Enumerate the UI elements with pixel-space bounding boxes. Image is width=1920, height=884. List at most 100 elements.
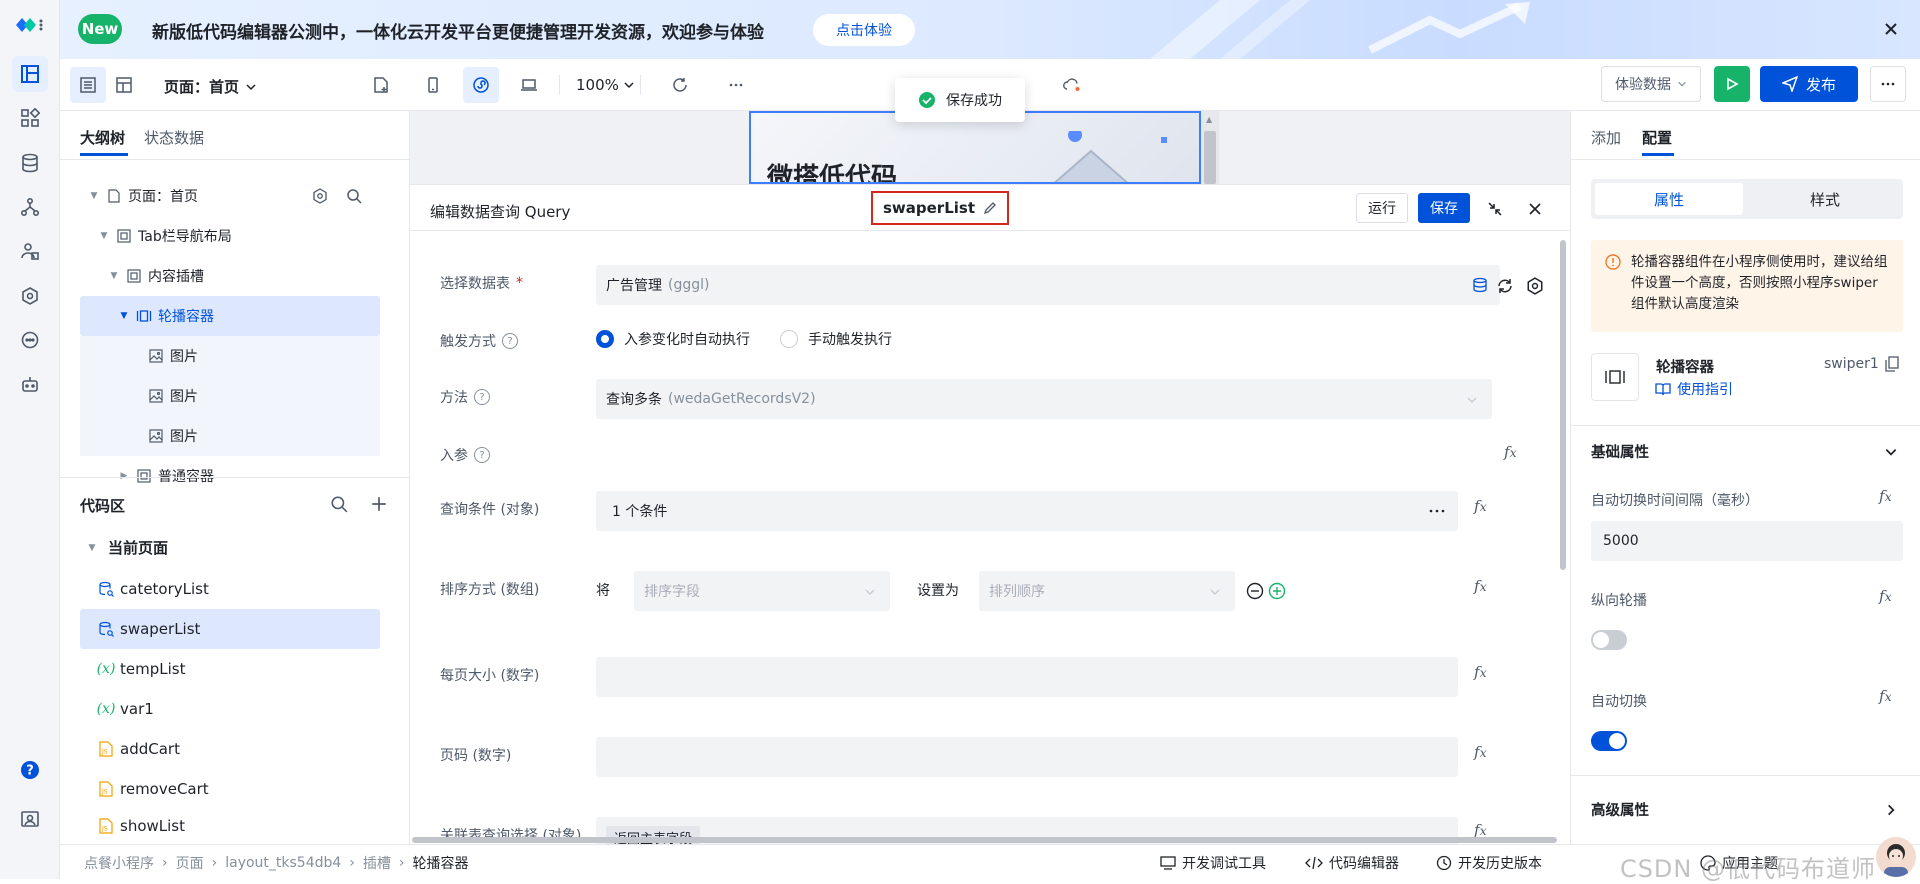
basic-properties-title[interactable]: 基础属性: [1591, 441, 1649, 462]
trigger-radio-manual[interactable]: 手动触发执行: [780, 329, 892, 349]
layout-icon[interactable]: [12, 56, 48, 92]
dev-debug-tool-button[interactable]: 开发调试工具: [1160, 853, 1266, 873]
page-input[interactable]: [596, 737, 1458, 777]
query-run-button[interactable]: 运行: [1356, 193, 1408, 223]
refresh-icon[interactable]: [1496, 277, 1514, 295]
page-selector[interactable]: 页面：首页: [164, 76, 257, 97]
breadcrumb-item[interactable]: 轮播容器: [413, 853, 469, 873]
interval-input[interactable]: 5000: [1591, 521, 1903, 561]
tree-node-tab-layout[interactable]: ▼ Tab栏导航布局: [80, 216, 380, 256]
close-icon[interactable]: [1526, 200, 1544, 218]
data-source-select[interactable]: 体验数据: [1601, 66, 1701, 102]
outline-view-icon[interactable]: [70, 67, 106, 103]
collapse-icon[interactable]: [1486, 200, 1504, 218]
sort-order-select[interactable]: 排列顺序: [979, 571, 1235, 611]
sort-field-select[interactable]: 排序字段: [634, 571, 890, 611]
table-select[interactable]: 广告管理 (gggl): [596, 265, 1500, 305]
settings-icon[interactable]: [1526, 277, 1544, 295]
robot-icon[interactable]: [12, 367, 48, 403]
segment-properties[interactable]: 属性: [1595, 183, 1743, 215]
help-circle-icon[interactable]: ?: [502, 333, 518, 349]
database-icon[interactable]: [12, 145, 48, 181]
zoom-selector[interactable]: 100%: [576, 76, 635, 94]
vertical-toggle[interactable]: [1591, 630, 1627, 650]
code-editor-button[interactable]: 代码编辑器: [1305, 853, 1399, 873]
help-circle-icon[interactable]: ?: [474, 389, 490, 405]
shield-icon[interactable]: [12, 278, 48, 314]
close-icon[interactable]: [1880, 18, 1902, 40]
publish-button[interactable]: 发布: [1760, 66, 1858, 102]
banner-cta-button[interactable]: 点击体验: [813, 14, 915, 46]
horizontal-scrollbar[interactable]: [412, 837, 1557, 843]
fx-icon[interactable]: fx: [1474, 497, 1487, 515]
pagesize-input[interactable]: [596, 657, 1458, 697]
add-icon[interactable]: [370, 495, 388, 513]
usage-guide-link[interactable]: 使用指引: [1655, 379, 1733, 399]
fx-icon[interactable]: fx: [1879, 487, 1892, 505]
code-item-tempList[interactable]: (x) tempList: [80, 649, 380, 689]
miniprogram-preview-icon[interactable]: [463, 67, 499, 103]
fx-icon[interactable]: fx: [1879, 587, 1892, 605]
trigger-radio-auto[interactable]: 入参变化时自动执行: [596, 329, 750, 349]
tab-outline-tree[interactable]: 大纲树: [80, 127, 125, 148]
vertical-scrollbar[interactable]: [1560, 240, 1566, 570]
scrollbar-thumb[interactable]: [1204, 131, 1216, 184]
fx-icon[interactable]: fx: [1474, 663, 1487, 681]
layout-view-icon[interactable]: [106, 67, 142, 103]
preview-run-button[interactable]: [1714, 66, 1750, 102]
condition-input[interactable]: 1 个条件: [596, 491, 1458, 531]
tab-config[interactable]: 配置: [1642, 127, 1672, 148]
search-icon[interactable]: [330, 495, 348, 513]
settings-icon[interactable]: [312, 188, 328, 204]
tab-add[interactable]: 添加: [1591, 127, 1621, 148]
fx-icon[interactable]: fx: [1474, 577, 1487, 595]
cloud-status-icon[interactable]: [1054, 67, 1090, 103]
tree-node-image-1[interactable]: 图片: [80, 336, 380, 376]
chevron-right-icon[interactable]: [1884, 803, 1898, 817]
more-menu-button[interactable]: [1870, 66, 1906, 102]
people-icon[interactable]: [12, 233, 48, 269]
breadcrumb-item[interactable]: 页面: [176, 853, 204, 873]
components-icon[interactable]: [12, 100, 48, 136]
breadcrumb-item[interactable]: 点餐小程序: [84, 853, 154, 873]
help-icon[interactable]: ?: [12, 752, 48, 788]
scroll-up-icon[interactable]: ▲: [1206, 115, 1212, 124]
mobile-preview-icon[interactable]: [415, 67, 451, 103]
segment-style[interactable]: 样式: [1751, 183, 1899, 215]
autoplay-toggle[interactable]: [1591, 731, 1627, 751]
tree-node-content-slot[interactable]: ▼ 内容插槽: [80, 256, 380, 296]
fx-icon[interactable]: fx: [1504, 443, 1517, 461]
tree-node-image-3[interactable]: 图片: [80, 416, 380, 456]
tree-node-container[interactable]: ▶ 普通容器: [80, 456, 380, 496]
tree-node-carousel[interactable]: ▼ 轮播容器: [80, 296, 380, 336]
component-id[interactable]: swiper1: [1824, 356, 1899, 372]
add-circle-icon[interactable]: [1268, 582, 1286, 600]
tree-node-page[interactable]: ▼ 页面：首页: [80, 176, 380, 216]
remove-circle-icon[interactable]: [1246, 582, 1264, 600]
copy-icon[interactable]: [1885, 356, 1899, 372]
code-item-addCart[interactable]: JS addCart: [80, 729, 380, 769]
breadcrumb-item[interactable]: 插槽: [363, 853, 391, 873]
flow-icon[interactable]: [12, 189, 48, 225]
more-options-icon[interactable]: [718, 67, 754, 103]
code-item-swaperList[interactable]: swaperList: [80, 609, 380, 649]
dev-history-button[interactable]: 开发历史版本: [1436, 853, 1542, 873]
help-circle-icon[interactable]: ?: [474, 447, 490, 463]
avatar[interactable]: [1876, 837, 1916, 877]
code-item-catetoryList[interactable]: catetoryList: [80, 569, 380, 609]
query-save-button[interactable]: 保存: [1418, 193, 1470, 223]
tree-node-image-2[interactable]: 图片: [80, 376, 380, 416]
profile-icon[interactable]: [12, 801, 48, 837]
logo-icon[interactable]: [14, 14, 46, 36]
edit-icon[interactable]: [983, 201, 997, 215]
code-item-var1[interactable]: (x) var1: [80, 689, 380, 729]
code-item-showList[interactable]: JS showList: [80, 809, 380, 843]
chevron-down-icon[interactable]: [1884, 445, 1898, 459]
code-item-removeCart[interactable]: JS removeCart: [80, 769, 380, 809]
fx-icon[interactable]: fx: [1474, 743, 1487, 761]
chat-icon[interactable]: [12, 322, 48, 358]
advanced-properties-title[interactable]: 高级属性: [1591, 799, 1649, 820]
current-page-group[interactable]: ▼ 当前页面: [86, 537, 168, 558]
fx-icon[interactable]: fx: [1879, 687, 1892, 705]
more-options-icon[interactable]: [1428, 503, 1446, 519]
